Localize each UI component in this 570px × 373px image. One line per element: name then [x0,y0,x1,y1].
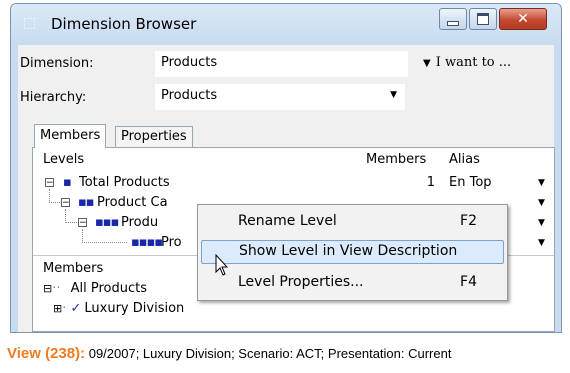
view-description-bar: View (238): 09/2007; Luxury Division; Sc… [7,345,451,362]
menu-item-shortcut: F2 [460,213,477,229]
app-icon: ⬚ [23,15,37,31]
collapse-icon[interactable]: − [78,218,87,228]
menu-item-shortcut: F4 [460,274,477,290]
collapse-icon[interactable]: − [45,178,54,188]
close-icon: ✕ [517,11,529,27]
alias-header: Alias [449,152,480,167]
checkmark-icon: ✓ [70,301,82,316]
view-description-text: 09/2007; Luxury Division; Scenario: ACT;… [88,346,452,361]
menu-item-level-properties[interactable]: Level Properties... F4 [201,271,504,295]
maximize-icon [477,13,489,25]
level-name: Pro [161,235,182,250]
level-row[interactable]: − ▪ Total Products 1 En Top ▼ [33,175,554,193]
close-button[interactable]: ✕ [499,8,547,30]
level-alias: En Top [449,175,492,190]
level-1-icon: ▪ [63,175,72,190]
title-bar[interactable]: ⬚ Dimension Browser ✕ [11,4,561,44]
tab-properties[interactable]: Properties [115,126,193,147]
mouse-cursor-icon [215,254,229,276]
dimension-browser-window: ⬚ Dimension Browser ✕ Dimension: Product… [10,3,562,333]
minimize-button[interactable] [439,8,467,30]
dimension-value: Products [161,55,218,70]
level-3-icon: ▪▪▪ [95,215,119,230]
level-4-icon: ▪▪▪▪ [131,235,163,250]
chevron-down-icon[interactable]: ▼ [390,90,397,100]
level-name: Total Products [79,175,170,190]
level-2-icon: ▪▪ [78,195,95,210]
minimize-icon [447,20,459,26]
alias-dropdown-icon[interactable]: ▼ [538,238,545,248]
hierarchy-value: Products [161,88,218,103]
menu-item-rename-level[interactable]: Rename Level F2 [201,210,504,234]
context-menu: Rename Level F2 Show Level in View Descr… [197,204,508,301]
collapse-icon[interactable]: ⊟ [43,282,52,295]
menu-item-label: Show Level in View Description [239,243,458,259]
alias-dropdown-icon[interactable]: ▼ [538,178,545,188]
members-header: Members [43,261,104,276]
level-member-count: 1 [426,175,435,190]
maximize-button[interactable] [469,8,497,30]
level-name: Product Ca [97,195,168,210]
member-name: Luxury Division [84,301,185,316]
member-name: All Products [70,281,148,296]
alias-dropdown-icon[interactable]: ▼ [538,218,545,228]
menu-item-show-level-in-view-description[interactable]: Show Level in View Description [201,240,504,264]
hierarchy-label: Hierarchy: [20,90,87,105]
members-count-header: Members [366,152,427,167]
i-want-to-label: I want to ... [435,55,512,70]
level-name: Produ [121,215,159,230]
dimension-field[interactable]: Products [155,51,408,77]
dropdown-arrow-icon: ▼ [423,58,431,69]
i-want-to-menu[interactable]: ▼ I want to ... [423,55,511,70]
levels-header: Levels [43,152,85,167]
menu-item-label: Rename Level [238,213,337,229]
member-item[interactable]: ⊟·· All Products [43,281,147,296]
dimension-label: Dimension: [20,56,94,71]
hierarchy-select[interactable]: Products ▼ [155,84,405,110]
menu-item-label: Level Properties... [238,274,364,290]
member-item[interactable]: ⊞· ✓ Luxury Division [53,301,184,316]
tab-members[interactable]: Members [34,124,107,148]
collapse-icon[interactable]: − [61,198,70,208]
window-title: Dimension Browser [51,15,197,33]
expand-icon[interactable]: ⊞ [53,302,62,315]
alias-dropdown-icon[interactable]: ▼ [538,198,545,208]
view-label: View (238): [7,345,86,362]
